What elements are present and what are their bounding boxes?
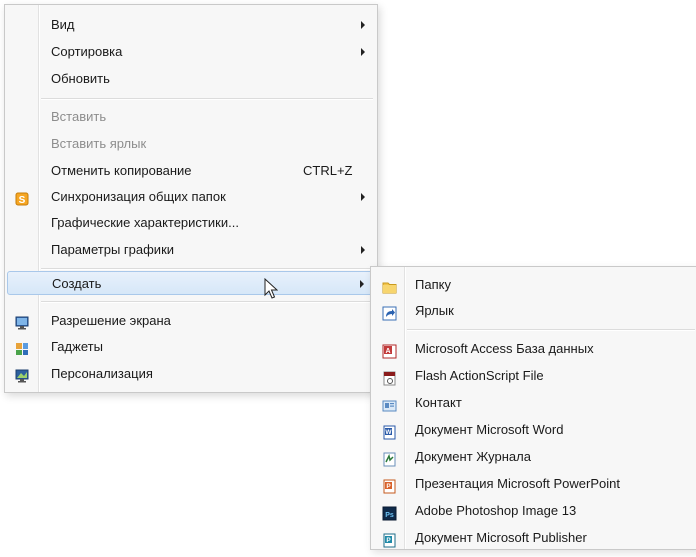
menu-separator xyxy=(41,268,373,270)
contact-icon xyxy=(382,395,397,412)
menu-item-label: Параметры графики xyxy=(51,242,175,257)
svg-text:P: P xyxy=(386,537,391,544)
menu-item-paste: Вставить xyxy=(7,105,375,129)
menu-item-label: Обновить xyxy=(51,71,110,86)
svg-text:P: P xyxy=(386,483,391,490)
submenu-item-label: Папку xyxy=(415,277,451,292)
menu-item-view[interactable]: Вид xyxy=(7,13,375,37)
menu-item-create[interactable]: Создать xyxy=(7,271,375,295)
shortcut-icon xyxy=(382,303,397,321)
submenu-item-publisher-document[interactable]: P Документ Microsoft Publisher xyxy=(373,524,696,551)
menu-item-graphics-options[interactable]: Параметры графики xyxy=(7,238,375,262)
submenu-item-word-document[interactable]: W Документ Microsoft Word xyxy=(373,416,696,443)
photoshop-icon: Ps xyxy=(382,503,397,521)
create-submenu: Папку Ярлык A Microsoft Access База данн… xyxy=(370,266,696,550)
submenu-item-label: Документ Microsoft Publisher xyxy=(415,530,587,545)
mouse-cursor-icon xyxy=(264,277,279,300)
menu-separator xyxy=(407,329,695,331)
submenu-arrow-icon xyxy=(360,280,364,288)
sync-icon: S xyxy=(15,190,29,206)
menu-item-sync-shared-folders[interactable]: S Синхронизация общих папок xyxy=(7,185,375,209)
menu-item-sort[interactable]: Сортировка xyxy=(7,40,375,64)
submenu-item-folder[interactable]: Папку xyxy=(373,271,696,298)
submenu-item-access-database[interactable]: A Microsoft Access База данных xyxy=(373,335,696,362)
svg-text:Ps: Ps xyxy=(385,512,394,519)
journal-icon xyxy=(382,449,397,467)
menu-item-screen-resolution[interactable]: Разрешение экрана xyxy=(7,309,375,333)
menu-item-label: Синхронизация общих папок xyxy=(51,189,226,204)
submenu-item-label: Документ Microsoft Word xyxy=(415,422,564,437)
personalization-icon xyxy=(15,367,29,383)
menu-item-label: Графические характеристики... xyxy=(51,215,239,230)
submenu-item-label: Документ Журнала xyxy=(415,449,531,464)
submenu-item-photoshop-image[interactable]: Ps Adobe Photoshop Image 13 xyxy=(373,497,696,524)
menu-item-undo-copy[interactable]: Отменить копирование CTRL+Z xyxy=(7,159,375,183)
submenu-item-label: Ярлык xyxy=(415,303,454,318)
submenu-item-label: Контакт xyxy=(415,395,462,410)
svg-text:W: W xyxy=(385,429,392,436)
access-icon: A xyxy=(382,341,397,359)
menu-item-personalization[interactable]: Персонализация xyxy=(7,362,375,386)
submenu-item-label: Microsoft Access База данных xyxy=(415,341,594,356)
menu-item-label: Вставить ярлык xyxy=(51,136,147,151)
folder-icon xyxy=(382,277,397,294)
submenu-item-powerpoint[interactable]: P Презентация Microsoft PowerPoint xyxy=(373,470,696,497)
menu-item-graphics-properties[interactable]: Графические характеристики... xyxy=(7,211,375,235)
submenu-arrow-icon xyxy=(361,48,365,56)
menu-item-label: Создать xyxy=(52,276,102,291)
menu-item-label: Вид xyxy=(51,17,75,32)
menu-separator xyxy=(41,98,373,100)
menu-separator xyxy=(41,301,373,303)
submenu-item-label: Презентация Microsoft PowerPoint xyxy=(415,476,620,491)
menu-item-label: Вставить xyxy=(51,109,107,124)
menu-item-refresh[interactable]: Обновить xyxy=(7,67,375,91)
menu-item-paste-shortcut: Вставить ярлык xyxy=(7,132,375,156)
submenu-item-label: Adobe Photoshop Image 13 xyxy=(415,503,577,518)
submenu-item-label: Flash ActionScript File xyxy=(415,368,544,383)
word-icon: W xyxy=(382,422,397,440)
powerpoint-icon: P xyxy=(382,476,397,494)
flash-icon xyxy=(382,368,397,386)
monitor-icon xyxy=(15,314,29,330)
submenu-arrow-icon xyxy=(361,21,365,29)
menu-item-gadgets[interactable]: Гаджеты xyxy=(7,335,375,359)
desktop-context-menu: Вид Сортировка Обновить Вставить Вставит… xyxy=(4,4,378,393)
menu-item-label: Гаджеты xyxy=(51,339,103,354)
menu-item-label: Отменить копирование xyxy=(51,163,192,178)
svg-text:S: S xyxy=(19,195,26,206)
publisher-icon: P xyxy=(382,530,397,548)
submenu-item-shortcut[interactable]: Ярлык xyxy=(373,297,696,324)
submenu-arrow-icon xyxy=(361,193,365,201)
submenu-item-journal-document[interactable]: Документ Журнала xyxy=(373,443,696,470)
menu-item-label: Персонализация xyxy=(51,366,153,381)
menu-item-label: Разрешение экрана xyxy=(51,313,171,328)
gadgets-icon xyxy=(15,340,29,355)
submenu-item-contact[interactable]: Контакт xyxy=(373,389,696,416)
menu-item-shortcut: CTRL+Z xyxy=(303,163,353,178)
menu-item-label: Сортировка xyxy=(51,44,123,59)
svg-text:A: A xyxy=(385,348,390,355)
submenu-arrow-icon xyxy=(361,246,365,254)
submenu-item-flash-actionscript[interactable]: Flash ActionScript File xyxy=(373,362,696,389)
